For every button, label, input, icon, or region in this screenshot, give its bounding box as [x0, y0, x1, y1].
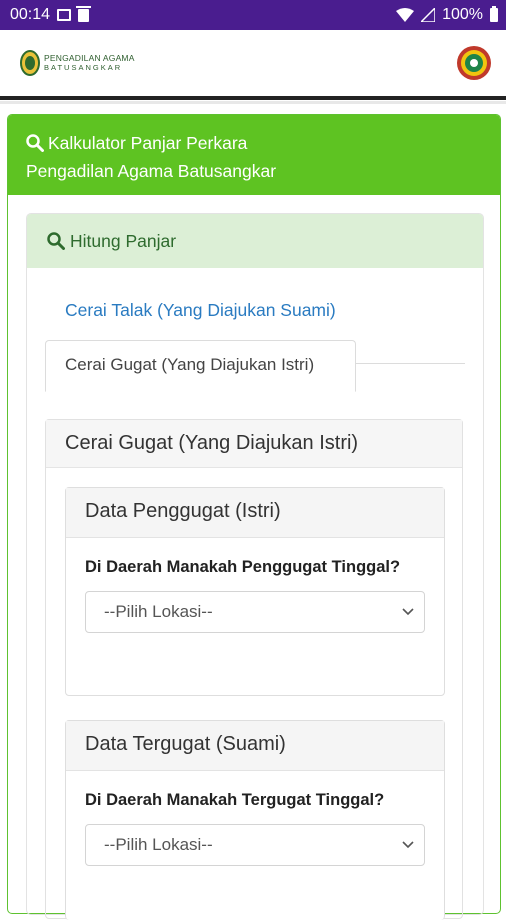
image-notification-icon — [57, 9, 72, 21]
trash-notification-icon — [76, 5, 92, 22]
section-header: Hitung Panjar — [27, 214, 483, 268]
wifi-icon — [396, 8, 415, 22]
card-title-line2: Pengadilan Agama Batusangkar — [26, 161, 277, 181]
calculator-card: Kalkulator Panjar Perkara Pengadilan Aga… — [7, 114, 501, 920]
case-type-tabs: Cerai Talak (Yang Diajukan Suami) Cerai … — [45, 292, 465, 392]
tergugat-title: Data Tergugat (Suami) — [66, 721, 444, 771]
tergugat-select-value: --Pilih Lokasi-- — [104, 835, 213, 854]
section-title: Hitung Panjar — [70, 230, 177, 251]
penggugat-question: Di Daerah Manakah Penggugat Tinggal? — [85, 558, 401, 576]
tergugat-location-select[interactable]: --Pilih Lokasi-- — [85, 824, 425, 866]
cerai-gugat-panel: Cerai Gugat (Yang Diajukan Istri) Data P… — [45, 419, 463, 920]
tab-cerai-gugat[interactable]: Cerai Gugat (Yang Diajukan Istri) — [45, 340, 356, 392]
hitung-panjar-section: Hitung Panjar Cerai Talak (Yang Diajukan… — [26, 213, 484, 920]
search-icon — [47, 232, 65, 250]
penggugat-select-value: --Pilih Lokasi-- — [104, 602, 213, 621]
penggugat-title: Data Penggugat (Istri) — [66, 488, 444, 538]
chevron-down-icon — [402, 608, 414, 616]
tergugat-question: Di Daerah Manakah Tergugat Tinggal? — [85, 791, 385, 809]
status-bar: 00:14 100% — [0, 0, 506, 30]
tergugat-card: Data Tergugat (Suami) Di Daerah Manakah … — [65, 720, 445, 920]
card-title-line1: Kalkulator Panjar Perkara — [48, 133, 248, 153]
penggugat-location-select[interactable]: --Pilih Lokasi-- — [85, 591, 425, 633]
search-icon — [26, 134, 44, 152]
signal-icon — [421, 8, 436, 22]
chevron-down-icon — [402, 841, 414, 849]
emblem-icon — [457, 46, 491, 80]
calculator-card-header: Kalkulator Panjar Perkara Pengadilan Aga… — [8, 115, 500, 195]
tab-cerai-talak[interactable]: Cerai Talak (Yang Diajukan Suami) — [65, 300, 336, 321]
brand-logo[interactable]: PENGADILAN AGAMA BATUSANGKAR — [20, 49, 135, 77]
status-time: 00:14 — [10, 6, 51, 23]
panel-title: Cerai Gugat (Yang Diajukan Istri) — [46, 420, 462, 468]
penggugat-card: Data Penggugat (Istri) Di Daerah Manakah… — [65, 487, 445, 696]
brand-name-line2: BATUSANGKAR — [44, 62, 123, 72]
app-header: PENGADILAN AGAMA BATUSANGKAR — [0, 30, 506, 104]
battery-percent: 100% — [442, 6, 483, 23]
pengadilan-logo-icon — [20, 50, 40, 76]
battery-icon — [490, 6, 498, 22]
